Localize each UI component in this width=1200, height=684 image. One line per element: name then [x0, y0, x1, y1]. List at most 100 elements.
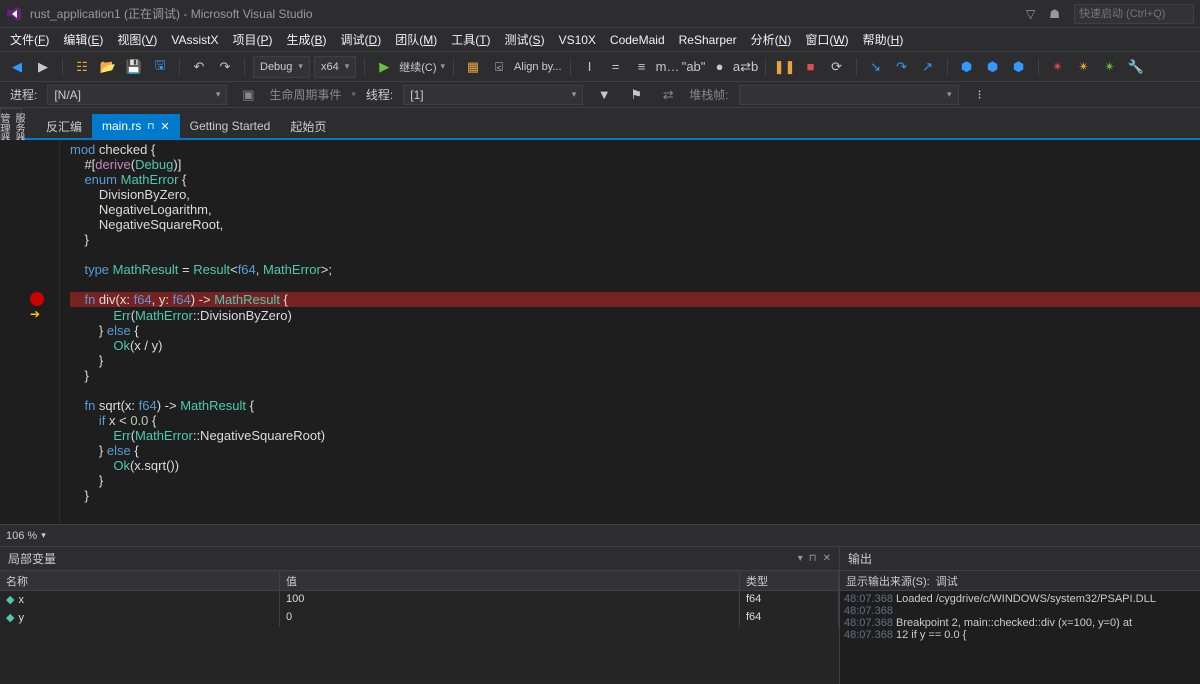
restart-icon[interactable]: ⟳: [826, 56, 848, 78]
col-value-header[interactable]: 值: [280, 571, 740, 590]
nav-fwd-icon[interactable]: ▶: [32, 56, 54, 78]
menu-item[interactable]: VS10X: [559, 33, 596, 47]
menu-item[interactable]: CodeMaid: [610, 33, 665, 47]
process-label: 进程:: [10, 86, 37, 103]
align-by-button[interactable]: Align by...: [514, 61, 562, 73]
process-select[interactable]: [N/A]▾: [47, 85, 227, 105]
output-source-select[interactable]: 调试: [936, 573, 958, 589]
output-panel: 输出 显示输出来源(S): 调试 48:07.368 Loaded /cygdr…: [840, 547, 1200, 684]
tool-a-icon[interactable]: ⬢: [956, 56, 978, 78]
quick-launch-input[interactable]: [1074, 4, 1194, 24]
locals-row[interactable]: ◆x100f64: [0, 591, 839, 609]
zoom-arrow-icon[interactable]: ▾: [41, 530, 46, 541]
titlebar: rust_application1 (正在调试) - Microsoft Vis…: [0, 0, 1200, 28]
pause-icon[interactable]: ❚❚: [774, 56, 796, 78]
filter-icon[interactable]: ▼: [593, 84, 615, 106]
menu-item[interactable]: 编辑(E): [63, 31, 103, 48]
stop-icon[interactable]: ■: [800, 56, 822, 78]
nav-back-icon[interactable]: ◀: [6, 56, 28, 78]
eq-icon[interactable]: =: [605, 56, 627, 78]
editor-tabstrip: 服务器资源管理器 反汇编main.rs⊓✕Getting Started起始页: [0, 108, 1200, 138]
menu-item[interactable]: 工具(T): [451, 31, 490, 48]
current-line-arrow: ➔: [30, 307, 40, 321]
continue-icon[interactable]: ▶: [373, 56, 395, 78]
locals-panel: 局部变量 ▾ ⊓ ✕ 名称 值 类型 ◆x100f64◆y0f64: [0, 547, 840, 684]
step-over-icon[interactable]: ↷: [891, 56, 913, 78]
redo-icon[interactable]: ↷: [214, 56, 236, 78]
output-body[interactable]: 48:07.368 Loaded /cygdrive/c/WINDOWS/sys…: [840, 591, 1200, 684]
menu-item[interactable]: 测试(S): [505, 31, 545, 48]
editor-tab[interactable]: 反汇编: [36, 114, 92, 138]
output-source-label: 显示输出来源(S):: [846, 573, 930, 589]
thread-label: 线程:: [366, 86, 393, 103]
step-out-icon[interactable]: ↗: [917, 56, 939, 78]
eq2-icon[interactable]: ≡: [631, 56, 653, 78]
menu-item[interactable]: ReSharper: [679, 33, 737, 47]
ext-b-icon[interactable]: ✴: [1073, 56, 1095, 78]
menu-item[interactable]: 窗口(W): [805, 31, 848, 48]
menu-item[interactable]: 文件(F): [10, 31, 49, 48]
more-icon[interactable]: ⁝: [969, 84, 991, 106]
editor-area: ➔ mod checked { #[derive(Debug)] enum Ma…: [0, 140, 1200, 524]
editor-tab[interactable]: main.rs⊓✕: [92, 114, 180, 138]
locals-row[interactable]: ◆y0f64: [0, 609, 839, 627]
code-editor[interactable]: mod checked { #[derive(Debug)] enum Math…: [60, 140, 1200, 524]
editor-tab[interactable]: 起始页: [280, 114, 336, 138]
stackframe-select[interactable]: ▾: [739, 85, 959, 105]
output-title: 输出: [848, 550, 872, 567]
config-select[interactable]: Debug▾: [253, 56, 310, 78]
editor-gutter[interactable]: ➔: [0, 140, 60, 524]
menu-item[interactable]: 调试(D): [341, 31, 382, 48]
save-icon[interactable]: 💾: [123, 56, 145, 78]
tool-c-icon[interactable]: ⬢: [1008, 56, 1030, 78]
pin-icon[interactable]: ⊓: [809, 553, 817, 564]
tool-icon-2[interactable]: ⍃: [488, 56, 510, 78]
ext-d-icon[interactable]: 🔧: [1125, 56, 1147, 78]
ab-icon[interactable]: a⇄b: [735, 56, 757, 78]
menu-item[interactable]: 团队(M): [395, 31, 437, 48]
tool-b-icon[interactable]: ⬢: [982, 56, 1004, 78]
debug-toolbar: 进程: [N/A]▾ ▣ 生命周期事件 ▾ 线程: [1]▾ ▼ ⚑ ⇄ 堆栈帧…: [0, 82, 1200, 108]
menu-item[interactable]: VAssistX: [171, 33, 218, 47]
autohide-icon[interactable]: ▾: [798, 553, 803, 564]
lifecycle-label: 生命周期事件: [269, 86, 341, 103]
swap-icon[interactable]: ⇄: [657, 84, 679, 106]
tool-icon-1[interactable]: ▦: [462, 56, 484, 78]
notification-icon[interactable]: ▽: [1026, 7, 1035, 21]
quote-icon[interactable]: "ab": [683, 56, 705, 78]
menu-item[interactable]: 帮助(H): [863, 31, 904, 48]
zoom-bar: 106 % ▾: [0, 524, 1200, 546]
feedback-icon[interactable]: ☗: [1049, 7, 1060, 21]
i-icon[interactable]: I: [579, 56, 601, 78]
undo-icon[interactable]: ↶: [188, 56, 210, 78]
new-project-icon[interactable]: ☷: [71, 56, 93, 78]
platform-select[interactable]: x64▾: [314, 56, 356, 78]
dot-icon[interactable]: ●: [709, 56, 731, 78]
close-icon[interactable]: ✕: [823, 553, 831, 564]
ext-c-icon[interactable]: ✴: [1099, 56, 1121, 78]
open-icon[interactable]: 📂: [97, 56, 119, 78]
editor-tab[interactable]: Getting Started: [180, 114, 281, 138]
continue-button[interactable]: 继续(C): [399, 59, 436, 75]
col-name-header[interactable]: 名称: [0, 571, 280, 590]
lifecycle-icon[interactable]: ▣: [237, 84, 259, 106]
menu-item[interactable]: 分析(N): [751, 31, 792, 48]
menu-item[interactable]: 项目(P): [233, 31, 273, 48]
zoom-level[interactable]: 106 %: [6, 530, 37, 542]
step-into-icon[interactable]: ↘: [865, 56, 887, 78]
locals-header: 名称 值 类型: [0, 571, 839, 591]
pin-icon[interactable]: ⊓: [147, 121, 154, 132]
save-all-icon[interactable]: 🖫: [149, 56, 171, 78]
main-toolbar: ◀ ▶ ☷ 📂 💾 🖫 ↶ ↷ Debug▾ x64▾ ▶ 继续(C) ▾ ▦ …: [0, 52, 1200, 82]
col-type-header[interactable]: 类型: [740, 571, 839, 590]
m-icon[interactable]: m…: [657, 56, 679, 78]
menu-item[interactable]: 生成(B): [287, 31, 327, 48]
breakpoint-marker[interactable]: [30, 292, 44, 306]
ext-a-icon[interactable]: ✴: [1047, 56, 1069, 78]
window-title: rust_application1 (正在调试) - Microsoft Vis…: [30, 5, 1026, 22]
bottom-panels: 局部变量 ▾ ⊓ ✕ 名称 值 类型 ◆x100f64◆y0f64 输出 显示输…: [0, 546, 1200, 684]
flag-icon[interactable]: ⚑: [625, 84, 647, 106]
thread-select[interactable]: [1]▾: [403, 85, 583, 105]
menu-item[interactable]: 视图(V): [117, 31, 157, 48]
close-icon[interactable]: ✕: [160, 120, 169, 133]
